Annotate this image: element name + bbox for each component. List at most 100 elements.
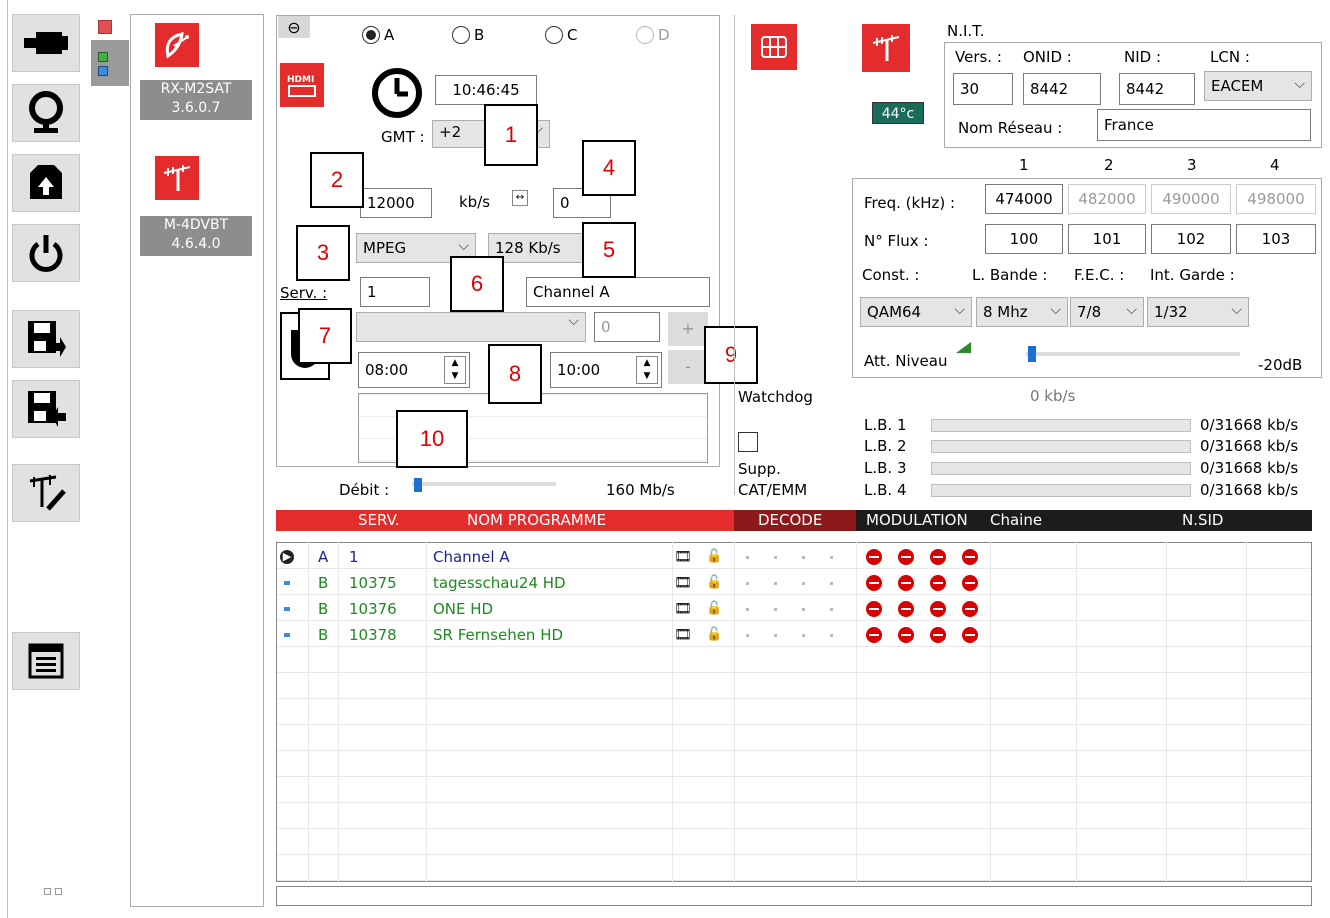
table-row[interactable]: ▶ A 1 Channel A 🎞 🔓 [276,544,1312,570]
no-entry-icon[interactable] [866,575,882,591]
lb-4-value: 0/31668 kb/s [1200,481,1299,499]
no-entry-icon[interactable] [866,601,882,617]
no-entry-icon[interactable] [898,627,914,643]
supp-cat-checkbox[interactable] [738,432,758,452]
no-entry-icon[interactable] [962,627,978,643]
table-row[interactable]: B 10378 SR Fernsehen HD 🎞 🔓 [276,622,1312,648]
minus-button[interactable]: - [668,350,708,384]
decode-dot [830,608,833,611]
radio-c[interactable]: C [545,26,577,44]
onid-field[interactable]: 8442 [1023,73,1101,105]
end-time-spinner[interactable]: ▲ ▼ [636,356,658,384]
antenna-tools-icon [29,475,66,511]
flux-1-field[interactable]: 100 [985,224,1063,254]
save-export-button[interactable] [12,310,80,368]
header-chaine[interactable]: Chaine [990,510,1042,531]
time-field[interactable]: 10:46:45 [435,75,537,105]
radio-d[interactable]: D [636,26,670,44]
header-modulation[interactable]: MODULATION [866,510,968,531]
table-row[interactable]: B 10375 tagesschau24 HD 🎞 🔓 [276,570,1312,596]
no-entry-icon[interactable] [930,549,946,565]
flux-4-field[interactable]: 103 [1236,224,1316,254]
satellite-dish-icon [165,32,189,59]
lock-open-icon[interactable]: 🔓 [706,544,722,570]
no-entry-icon[interactable] [962,575,978,591]
globe-button[interactable] [12,84,80,142]
flux-3-field[interactable]: 102 [1151,224,1231,254]
row-serv: 10376 [349,600,397,618]
nid-field[interactable]: 8442 [1119,73,1195,105]
no-entry-icon[interactable] [962,549,978,565]
package-button[interactable] [12,154,80,212]
flux-2-field[interactable]: 101 [1068,224,1146,254]
no-entry-icon[interactable] [930,627,946,643]
program-select[interactable] [356,312,586,342]
power-button[interactable] [12,224,80,282]
lock-open-icon[interactable]: 🔓 [706,596,722,622]
no-entry-icon[interactable] [866,549,882,565]
vers-field[interactable]: 30 [953,73,1013,105]
bitrate-field[interactable]: 12000 [360,188,432,218]
device-dvbt[interactable] [155,156,199,200]
decode-dot [802,556,805,559]
nid-label: NID : [1124,48,1162,66]
link-icon[interactable]: ⊖ [278,16,310,38]
no-entry-icon[interactable] [898,601,914,617]
program-number-field[interactable]: 0 [594,312,660,342]
freq-1-field[interactable]: 474000 [985,184,1063,214]
film-icon[interactable]: 🎞 [674,544,692,570]
film-icon[interactable]: 🎞 [674,622,692,648]
bande-select[interactable]: 8 Mhz [976,297,1068,327]
save-import-button[interactable] [12,380,80,438]
usb-button[interactable] [12,14,80,72]
const-select[interactable]: QAM64 [860,297,972,327]
garde-select[interactable]: 1/32 [1147,297,1249,327]
table-row[interactable]: B 10376 ONE HD 🎞 🔓 [276,596,1312,622]
serv-field[interactable]: 1 [360,277,430,307]
callout-3: 3 [296,225,350,281]
no-entry-icon[interactable] [866,627,882,643]
lock-open-icon[interactable]: 🔓 [706,622,722,648]
lcn-select[interactable]: EACEM [1204,71,1312,101]
header-decode[interactable]: DECODE [758,510,822,531]
nom-reseau-field[interactable]: France [1097,109,1311,141]
lb-3-value: 0/31668 kb/s [1200,459,1299,477]
cat-emm-label: CAT/EMM [738,481,808,499]
start-time-spinner[interactable]: ▲ ▼ [444,356,466,384]
bitrate-unit: kb/s [459,193,491,211]
film-icon[interactable]: 🎞 [674,570,692,596]
radio-b[interactable]: B [452,26,484,44]
offset-icon: ↔ [512,190,528,206]
freq-2-field[interactable]: 482000 [1068,184,1146,214]
header-serv[interactable]: SERV. [358,510,400,531]
decode-dot [830,582,833,585]
decode-dot [802,608,805,611]
decode-dot [802,582,805,585]
usb-icon [24,32,68,54]
decode-dot [774,634,777,637]
film-icon[interactable]: 🎞 [674,596,692,622]
no-entry-icon[interactable] [898,575,914,591]
channel-name-field[interactable]: Channel A [526,277,710,307]
lb-3-bar [931,462,1191,475]
header-nom[interactable]: NOM PROGRAMME [467,510,606,531]
plus-button[interactable]: + [668,312,708,346]
fec-select[interactable]: 7/8 [1070,297,1144,327]
lock-open-icon[interactable]: 🔓 [706,570,722,596]
debit-slider[interactable] [412,478,556,498]
no-entry-icon[interactable] [898,549,914,565]
no-entry-icon[interactable] [962,601,978,617]
header-nsid[interactable]: N.SID [1182,510,1223,531]
antenna-tools-button[interactable] [12,464,80,522]
att-slider[interactable] [1026,346,1240,368]
freq-3-field[interactable]: 490000 [1151,184,1231,214]
device-sat[interactable] [155,23,199,67]
signal-level-icon [956,342,971,353]
list-window-button[interactable] [12,632,80,690]
freq-4-field[interactable]: 498000 [1236,184,1316,214]
no-entry-icon[interactable] [930,575,946,591]
divider [734,15,735,495]
att-value: -20dB [1258,356,1303,374]
radio-a[interactable]: A [362,26,394,44]
no-entry-icon[interactable] [930,601,946,617]
